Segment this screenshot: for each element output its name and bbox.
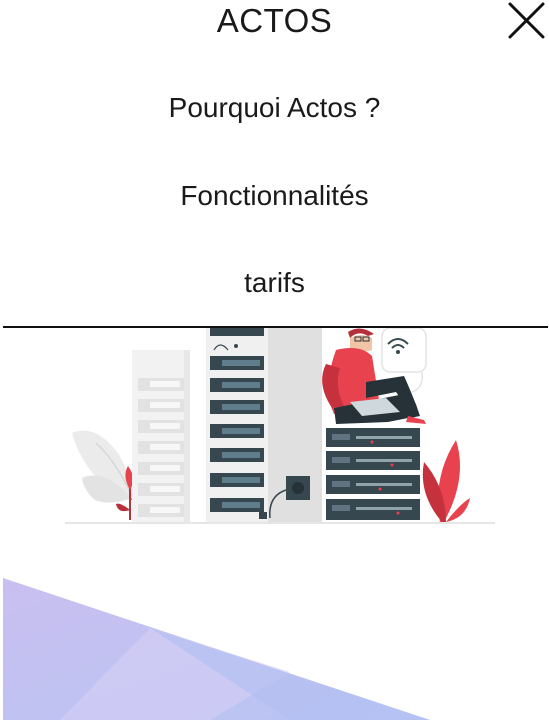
close-icon[interactable] xyxy=(506,1,546,41)
server-illustration xyxy=(65,328,495,524)
person-laptop-icon xyxy=(322,328,426,424)
background-gradient-shape xyxy=(3,578,430,720)
nav-link-tarifs[interactable]: tarifs xyxy=(0,266,549,300)
nav-link-fonctionnalites[interactable]: Fonctionnalités xyxy=(0,179,549,213)
nav-link-pourquoi-actos[interactable]: Pourquoi Actos ? xyxy=(0,91,549,125)
brand-logo[interactable]: ACTOS xyxy=(0,0,549,42)
plant-icon-right xyxy=(422,440,470,522)
server-rack-background xyxy=(132,350,190,522)
menu-header: ACTOS xyxy=(0,0,549,44)
server-rack-icon xyxy=(206,328,322,522)
server-stack xyxy=(326,428,420,520)
